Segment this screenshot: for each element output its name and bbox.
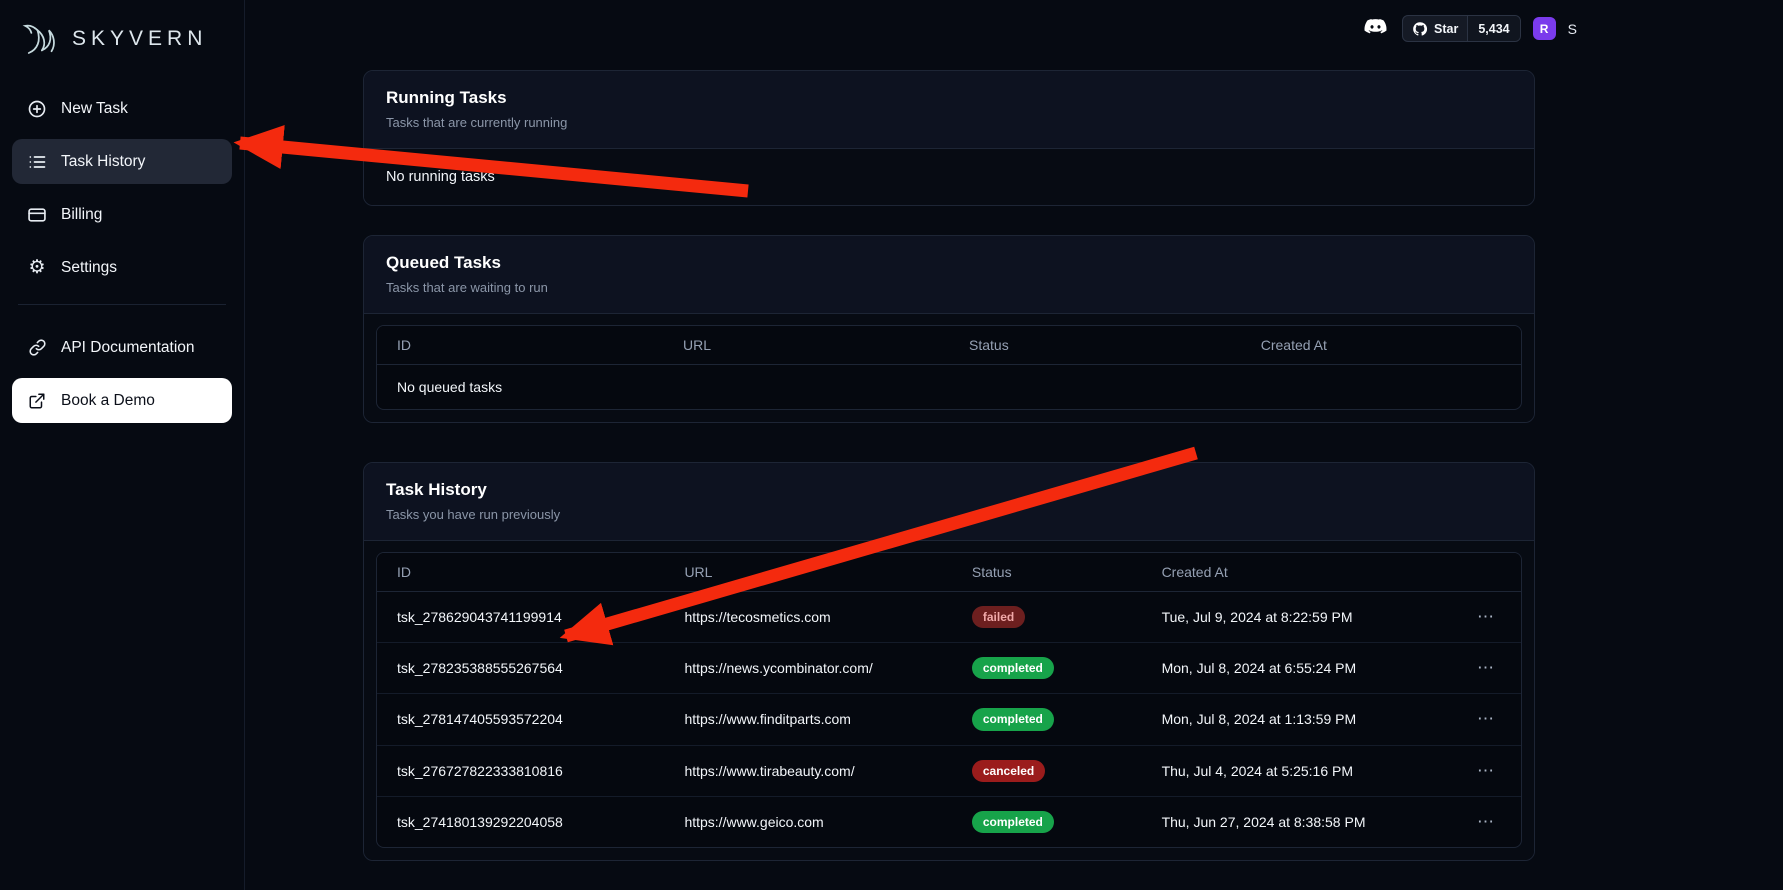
list-icon (27, 152, 47, 172)
status-cell: failed (952, 592, 1142, 643)
task-history-table: ID URL Status Created At tsk_27862904374… (377, 553, 1521, 847)
status-badge: completed (972, 657, 1054, 679)
row-menu-icon[interactable]: ⋯ (1471, 605, 1501, 628)
column-header-url: URL (664, 553, 951, 592)
created-at-cell: Thu, Jul 4, 2024 at 5:25:16 PM (1142, 745, 1447, 796)
github-icon (1412, 21, 1428, 37)
queued-tasks-header: Queued Tasks Tasks that are waiting to r… (364, 236, 1534, 314)
card-title: Queued Tasks (386, 253, 1512, 273)
task-url-cell: https://tecosmetics.com (664, 592, 951, 643)
status-cell: completed (952, 643, 1142, 694)
task-url-cell: https://news.ycombinator.com/ (664, 643, 951, 694)
created-at-cell: Mon, Jul 8, 2024 at 6:55:24 PM (1142, 643, 1447, 694)
status-cell: completed (952, 694, 1142, 745)
task-history-card: Task History Tasks you have run previous… (363, 462, 1535, 861)
queued-tasks-table: ID URL Status Created At No queued tasks (377, 326, 1521, 409)
queued-tasks-card: Queued Tasks Tasks that are waiting to r… (363, 235, 1535, 423)
history-table-body: tsk_278629043741199914https://tecosmetic… (377, 592, 1521, 847)
sidebar-item-label: Book a Demo (61, 392, 155, 410)
column-header-status: Status (949, 326, 1241, 365)
link-icon (27, 338, 47, 358)
sidebar-item-book-a-demo[interactable]: Book a Demo (12, 378, 232, 423)
task-id-cell[interactable]: tsk_276727822333810816 (377, 745, 664, 796)
column-header-id: ID (377, 553, 664, 592)
task-url-cell: https://www.tirabeauty.com/ (664, 745, 951, 796)
task-url-cell: https://www.finditparts.com (664, 694, 951, 745)
card-title: Running Tasks (386, 88, 1512, 108)
logo-text: SKYVERN (72, 27, 207, 51)
table-row[interactable]: tsk_278235388555267564https://news.ycomb… (377, 643, 1521, 694)
column-header-status: Status (952, 553, 1142, 592)
logo[interactable]: SKYVERN (12, 14, 232, 86)
table-row[interactable]: tsk_278629043741199914https://tecosmetic… (377, 592, 1521, 643)
topbar: Star 5,434 R S (1360, 15, 1577, 42)
card-subtitle: Tasks you have run previously (386, 507, 1512, 522)
sidebar-item-label: Billing (61, 206, 102, 224)
running-tasks-card: Running Tasks Tasks that are currently r… (363, 70, 1535, 206)
credit-card-icon (27, 205, 47, 225)
task-id-cell[interactable]: tsk_274180139292204058 (377, 796, 664, 847)
github-star-button[interactable]: Star 5,434 (1402, 15, 1521, 42)
task-id-cell[interactable]: tsk_278147405593572204 (377, 694, 664, 745)
row-menu-icon[interactable]: ⋯ (1471, 759, 1501, 782)
row-actions: ⋯ (1446, 694, 1521, 745)
card-subtitle: Tasks that are currently running (386, 115, 1512, 130)
skyvern-logo-icon (20, 18, 62, 60)
status-cell: completed (952, 796, 1142, 847)
sidebar-item-task-history[interactable]: Task History (12, 139, 232, 184)
column-header-url: URL (663, 326, 949, 365)
sidebar-item-label: API Documentation (61, 339, 195, 357)
gear-icon: ⚙ (27, 258, 47, 278)
task-id-cell[interactable]: tsk_278235388555267564 (377, 643, 664, 694)
sidebar-item-billing[interactable]: Billing (12, 192, 232, 237)
table-row[interactable]: tsk_274180139292204058https://www.geico.… (377, 796, 1521, 847)
column-header-created-at: Created At (1142, 553, 1447, 592)
queued-tasks-empty: No queued tasks (377, 365, 1521, 410)
sidebar-item-new-task[interactable]: New Task (12, 86, 232, 131)
sidebar: SKYVERN New Task Task History Billing ⚙ … (0, 0, 245, 890)
row-menu-icon[interactable]: ⋯ (1471, 810, 1501, 833)
row-actions: ⋯ (1446, 796, 1521, 847)
created-at-cell: Thu, Jun 27, 2024 at 8:38:58 PM (1142, 796, 1447, 847)
user-avatar[interactable]: R (1533, 17, 1556, 40)
main-content: Running Tasks Tasks that are currently r… (245, 0, 1783, 890)
status-cell: canceled (952, 745, 1142, 796)
sidebar-item-label: Settings (61, 259, 117, 277)
row-actions: ⋯ (1446, 643, 1521, 694)
table-row[interactable]: tsk_278147405593572204https://www.findit… (377, 694, 1521, 745)
row-actions: ⋯ (1446, 592, 1521, 643)
column-header-id: ID (377, 326, 663, 365)
external-link-icon (27, 391, 47, 411)
row-actions: ⋯ (1446, 745, 1521, 796)
sidebar-item-api-documentation[interactable]: API Documentation (12, 325, 232, 370)
github-star-count: 5,434 (1467, 16, 1519, 41)
card-title: Task History (386, 480, 1512, 500)
running-tasks-header: Running Tasks Tasks that are currently r… (364, 71, 1534, 149)
table-row[interactable]: tsk_276727822333810816https://www.tirabe… (377, 745, 1521, 796)
status-badge: completed (972, 708, 1054, 730)
created-at-cell: Tue, Jul 9, 2024 at 8:22:59 PM (1142, 592, 1447, 643)
discord-icon[interactable] (1360, 17, 1390, 41)
task-url-cell: https://www.geico.com (664, 796, 951, 847)
row-menu-icon[interactable]: ⋯ (1471, 707, 1501, 730)
user-name-partial: S (1568, 21, 1577, 37)
task-history-header: Task History Tasks you have run previous… (364, 463, 1534, 541)
card-subtitle: Tasks that are waiting to run (386, 280, 1512, 295)
sidebar-item-label: New Task (61, 100, 128, 118)
column-header-actions (1446, 553, 1521, 592)
task-id-cell[interactable]: tsk_278629043741199914 (377, 592, 664, 643)
column-header-created-at: Created At (1241, 326, 1521, 365)
status-badge: failed (972, 606, 1025, 628)
sidebar-divider (18, 304, 226, 305)
sidebar-item-label: Task History (61, 153, 145, 171)
plus-circle-icon (27, 99, 47, 119)
row-menu-icon[interactable]: ⋯ (1471, 656, 1501, 679)
status-badge: canceled (972, 760, 1045, 782)
created-at-cell: Mon, Jul 8, 2024 at 1:13:59 PM (1142, 694, 1447, 745)
status-badge: completed (972, 811, 1054, 833)
github-star-label: Star (1434, 22, 1458, 36)
running-tasks-empty: No running tasks (364, 149, 1534, 205)
sidebar-item-settings[interactable]: ⚙ Settings (12, 245, 232, 290)
